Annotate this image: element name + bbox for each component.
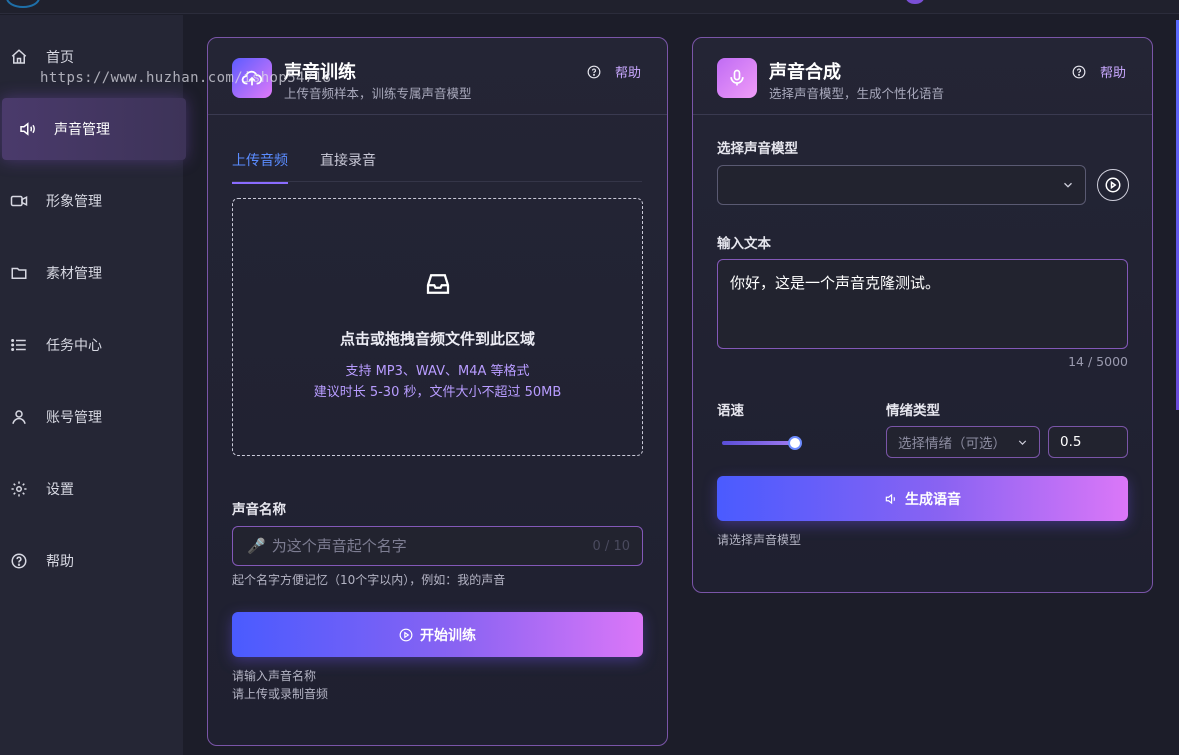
inbox-icon — [426, 274, 450, 294]
speaker-icon — [18, 120, 36, 138]
question-icon — [1072, 65, 1086, 78]
emotion-label: 情绪类型 — [886, 403, 940, 419]
model-label: 选择声音模型 — [717, 141, 798, 157]
char-counter: 0 / 10 — [592, 538, 630, 554]
speaker-icon — [885, 493, 895, 504]
user-icon — [10, 408, 28, 426]
emotion-intensity-input[interactable]: 0.5 — [1048, 426, 1128, 458]
question-icon — [587, 65, 601, 78]
sidebar-item-avatar[interactable]: 形象管理 — [0, 175, 183, 227]
sidebar: 首页 声音管理 形象管理 素材管理 任务中心 账号管理 设置 帮助 — [0, 15, 186, 755]
validation-message: 请选择声音模型 — [717, 533, 802, 547]
voice-name-input[interactable] — [271, 537, 582, 555]
sidebar-item-label: 声音管理 — [54, 122, 110, 138]
preview-play-button[interactable] — [1097, 169, 1129, 201]
sidebar-item-tasks[interactable]: 任务中心 — [0, 319, 183, 371]
tab-upload-audio[interactable]: 上传音频 — [232, 150, 288, 184]
start-training-button[interactable]: 开始训练 — [232, 612, 643, 657]
emotion-select[interactable]: 选择情绪（可选） — [886, 426, 1040, 458]
slider-track — [722, 441, 798, 445]
help-label: 帮助 — [614, 66, 641, 81]
dropzone-title: 点击或拖拽音频文件到此区域 — [339, 330, 535, 348]
text-label: 输入文本 — [717, 236, 771, 252]
validation-message: 请输入声音名称 — [232, 669, 317, 683]
voice-name-label: 声音名称 — [232, 502, 286, 518]
audio-dropzone[interactable]: 点击或拖拽音频文件到此区域 支持 MP3、WAV、M4A 等格式 建议时长 5-… — [232, 198, 643, 456]
voice-synthesis-card: 声音合成 选择声音模型，生成个性化语音 帮助 选择声音模型 输入文本 你好，这是… — [692, 37, 1153, 593]
card-subtitle: 选择声音模型，生成个性化语音 — [769, 86, 945, 101]
watermark: https://www.huzhan.com/ishop54718 — [40, 70, 332, 86]
sidebar-item-settings[interactable]: 设置 — [0, 463, 183, 515]
synthesis-text-input[interactable]: 你好，这是一个声音克隆测试。 — [717, 259, 1128, 349]
logo[interactable] — [6, 0, 40, 8]
sidebar-item-label: 素材管理 — [46, 266, 102, 282]
card-header: 声音合成 选择声音模型，生成个性化语音 帮助 — [693, 38, 1152, 115]
tab-record-audio[interactable]: 直接录音 — [320, 150, 376, 182]
emotion-placeholder: 选择情绪（可选） — [898, 436, 1006, 452]
sidebar-item-label: 帮助 — [46, 554, 74, 570]
generate-speech-label: 生成语音 — [905, 490, 961, 507]
voice-name-hint: 起个名字方便记忆（10个字以内），例如：我的声音 — [232, 573, 506, 587]
speed-label: 语速 — [717, 403, 744, 419]
help-label: 帮助 — [1099, 66, 1126, 81]
voice-name-field[interactable]: 🎤 0 / 10 — [232, 526, 643, 566]
generate-speech-button[interactable]: 生成语音 — [717, 476, 1128, 521]
avatar[interactable] — [906, 0, 924, 4]
microphone-icon: 🎤 — [247, 537, 266, 555]
gear-icon — [10, 480, 28, 498]
dropzone-formats: 支持 MP3、WAV、M4A 等格式 — [345, 364, 530, 379]
sidebar-item-label: 设置 — [46, 482, 74, 498]
help-button[interactable]: 帮助 — [1072, 62, 1126, 81]
chevron-down-icon — [1064, 182, 1072, 188]
start-training-label: 开始训练 — [420, 626, 476, 643]
sidebar-item-voice[interactable]: 声音管理 — [2, 98, 186, 160]
validation-message: 请上传或录制音频 — [232, 687, 329, 701]
help-button[interactable]: 帮助 — [587, 62, 641, 81]
speed-slider[interactable] — [722, 436, 802, 450]
video-icon — [10, 192, 28, 210]
text-char-counter: 14 / 5000 — [1068, 354, 1128, 369]
play-circle-icon — [399, 628, 413, 641]
slider-thumb[interactable] — [788, 436, 802, 450]
dropzone-limits: 建议时长 5-30 秒，文件大小不超过 50MB — [313, 385, 562, 400]
play-circle-icon — [1105, 177, 1121, 193]
folder-icon — [10, 264, 28, 282]
help-circle-icon — [10, 552, 28, 570]
sidebar-item-label: 首页 — [46, 50, 74, 66]
upload-tabs: 上传音频 直接录音 — [232, 150, 642, 184]
sidebar-item-assets[interactable]: 素材管理 — [0, 247, 183, 299]
sidebar-item-account[interactable]: 账号管理 — [0, 391, 183, 443]
microphone-icon — [717, 58, 757, 98]
sidebar-item-label: 账号管理 — [46, 410, 102, 426]
voice-training-card: 声音训练 上传音频样本，训练专属声音模型 帮助 上传音频 直接录音 点击或拖拽音… — [207, 37, 668, 746]
sidebar-item-label: 形象管理 — [46, 194, 102, 210]
sidebar-item-label: 任务中心 — [46, 338, 102, 354]
sidebar-item-help[interactable]: 帮助 — [0, 535, 183, 587]
home-icon — [10, 48, 28, 66]
list-icon — [10, 336, 28, 354]
card-title: 声音合成 — [769, 62, 841, 83]
top-bar — [0, 0, 1179, 14]
voice-model-select[interactable] — [717, 165, 1086, 205]
chevron-down-icon — [1018, 440, 1027, 445]
